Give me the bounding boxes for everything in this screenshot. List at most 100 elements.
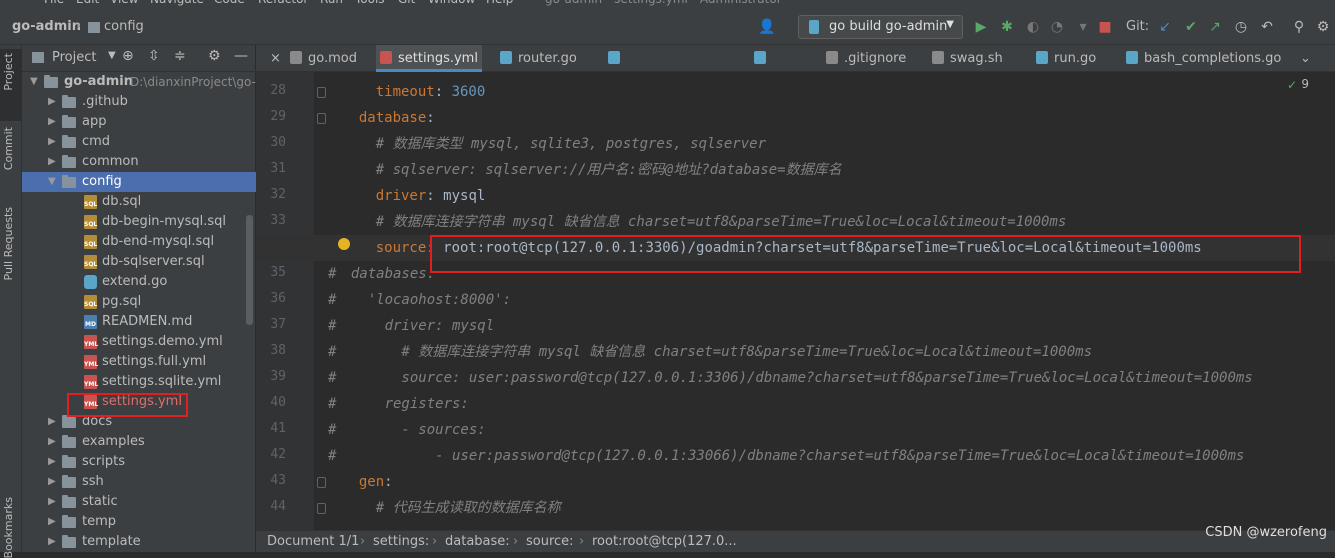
collapse-all-icon[interactable]: ≑ [174, 48, 186, 64]
git-push-icon[interactable]: ↗ [1206, 18, 1224, 36]
tree-item[interactable]: ▶ app [22, 112, 256, 132]
chevron-down-icon[interactable]: ▼ [108, 50, 116, 61]
expand-all-icon[interactable]: ⇳ [148, 48, 160, 64]
tab--gitignore[interactable]: .gitignore [822, 45, 908, 72]
tab-gin-go[interactable]: gin.go [750, 45, 810, 93]
tab-routergroup-go[interactable]: routergroup.go [604, 45, 720, 93]
tab-go-mod[interactable]: go.mod [286, 45, 376, 72]
chevron-right-icon[interactable]: ▶ [48, 492, 56, 512]
menu-item-help[interactable]: Help [486, 0, 513, 6]
tree-item[interactable]: ▶ scripts [22, 452, 256, 472]
breadcrumb-project[interactable]: go-admin [12, 19, 81, 34]
run-configuration-select[interactable]: go build go-admin ▼ [798, 15, 963, 39]
chevron-down-icon[interactable]: ▼ [30, 72, 38, 92]
project-panel-title[interactable]: Project [52, 50, 96, 65]
tab-router-go[interactable]: router.go [496, 45, 596, 72]
code-line[interactable]: # - user:password@tcp(127.0.0.1:33066)/d… [256, 443, 1335, 469]
menu-item-file[interactable]: File [44, 0, 64, 6]
tree-item[interactable]: SQL db-end-mysql.sql [22, 232, 256, 252]
tree-item[interactable]: YML settings.full.yml [22, 352, 256, 372]
chevron-right-icon[interactable]: ▶ [48, 472, 56, 492]
code-line[interactable]: # driver: mysql [256, 313, 1335, 339]
document-indicator[interactable]: Document 1/1 [267, 534, 359, 549]
tab-run-go[interactable]: run.go [1032, 45, 1108, 72]
tree-item[interactable]: ▶ cmd [22, 132, 256, 152]
tool-window-pull-requests[interactable]: Pull Requests [2, 207, 15, 280]
inspection-check-icon[interactable]: ✓ [1287, 78, 1297, 92]
run-icon[interactable]: ▶ [972, 18, 990, 36]
menu-item-view[interactable]: View [110, 0, 138, 6]
status-path-1[interactable]: database: [445, 534, 510, 549]
code-line[interactable]: # - sources: [256, 417, 1335, 443]
history-icon[interactable]: ◷ [1232, 18, 1250, 36]
chevron-right-icon[interactable]: ▶ [48, 512, 56, 532]
menu-item-navigate[interactable]: Navigate [150, 0, 204, 6]
tree-item[interactable]: SQL pg.sql [22, 292, 256, 312]
code-editor[interactable]: 2829303132333435363738394041424344 timeo… [256, 72, 1335, 530]
tree-item[interactable]: SQL db-sqlserver.sql [22, 252, 256, 272]
status-path-0[interactable]: settings: [373, 534, 429, 549]
chevron-down-icon[interactable]: ⌄ [1300, 45, 1311, 72]
chevron-right-icon[interactable]: ▶ [48, 132, 56, 152]
tool-window-bookmarks[interactable]: Bookmarks [2, 497, 15, 558]
code-line[interactable]: timeout: 3600 [256, 79, 1335, 105]
more-run-icon[interactable]: ▾ [1074, 18, 1092, 36]
inspection-count[interactable]: 9 [1301, 77, 1309, 91]
breadcrumb-folder[interactable]: config [104, 19, 144, 34]
settings-gear-icon[interactable]: ⚙ [1314, 18, 1332, 36]
tree-scrollbar[interactable] [246, 215, 253, 325]
debug-icon[interactable]: ✱ [998, 18, 1016, 36]
menu-item-code[interactable]: Code [214, 0, 245, 6]
coverage-icon[interactable]: ◐ [1024, 18, 1042, 36]
git-update-icon[interactable]: ↙ [1156, 18, 1174, 36]
rollback-icon[interactable]: ↶ [1258, 18, 1276, 36]
chevron-down-icon[interactable]: ▼ [48, 172, 56, 192]
user-icon[interactable]: 👤 [758, 18, 776, 36]
menu-item-refactor[interactable]: Refactor [258, 0, 308, 6]
intention-bulb-icon[interactable] [338, 238, 350, 250]
tree-item[interactable]: ▶ template [22, 532, 256, 552]
tree-item[interactable]: ▶ static [22, 492, 256, 512]
chevron-right-icon[interactable]: ▶ [48, 412, 56, 432]
minimize-icon[interactable]: — [234, 48, 248, 64]
chevron-right-icon[interactable]: ▶ [48, 452, 56, 472]
code-line[interactable]: # source: user:password@tcp(127.0.0.1:33… [256, 365, 1335, 391]
tree-item[interactable]: ▶ temp [22, 512, 256, 532]
code-line[interactable]: # sqlserver: sqlserver://用户名:密码@地址?datab… [256, 157, 1335, 183]
chevron-right-icon[interactable]: ▶ [48, 152, 56, 172]
stop-icon[interactable]: ■ [1096, 18, 1114, 36]
code-line[interactable]: gen: [256, 469, 1335, 495]
tree-item[interactable]: ▼ go-admin D:\dianxinProject\go- [22, 72, 256, 92]
close-icon[interactable]: × [270, 45, 281, 72]
menu-item-git[interactable]: Git [398, 0, 415, 6]
chevron-right-icon[interactable]: ▶ [48, 112, 56, 132]
git-commit-icon[interactable]: ✔ [1182, 18, 1200, 36]
search-icon[interactable]: ⚲ [1290, 18, 1308, 36]
code-line[interactable]: # 'locaohost:8000': [256, 287, 1335, 313]
tab-swag-sh[interactable]: swag.sh [928, 45, 1020, 72]
status-path-2[interactable]: source: [526, 534, 574, 549]
menu-item-tools[interactable]: Tools [355, 0, 385, 6]
locate-icon[interactable]: ⊕ [122, 48, 134, 64]
tree-item[interactable]: extend.go [22, 272, 256, 292]
tool-window-commit[interactable]: Commit [2, 127, 15, 170]
code-line[interactable]: # registers: [256, 391, 1335, 417]
code-line[interactable]: # 代码生成读取的数据库名称 [256, 495, 1335, 521]
chevron-right-icon[interactable]: ▶ [48, 432, 56, 452]
tree-item[interactable]: MD READMEN.md [22, 312, 256, 332]
profile-icon[interactable]: ◔ [1048, 18, 1066, 36]
tree-item[interactable]: ▶ ssh [22, 472, 256, 492]
tree-item[interactable]: YML settings.demo.yml [22, 332, 256, 352]
status-path-3[interactable]: root:root@tcp(127.0... [592, 534, 737, 549]
code-line[interactable]: driver: mysql [256, 183, 1335, 209]
code-line[interactable]: database: [256, 105, 1335, 131]
tree-item[interactable]: SQL db.sql [22, 192, 256, 212]
tab-settings-yml[interactable]: settings.yml [376, 45, 482, 72]
menu-item-window[interactable]: Window [428, 0, 475, 6]
chevron-right-icon[interactable]: ▶ [48, 92, 56, 112]
code-line[interactable]: # # 数据库连接字符串 mysql 缺省信息 charset=utf8&par… [256, 339, 1335, 365]
chevron-right-icon[interactable]: ▶ [48, 532, 56, 552]
tree-item[interactable]: ▶ common [22, 152, 256, 172]
tree-item[interactable]: YML settings.sqlite.yml [22, 372, 256, 392]
tab-bash-completions-go[interactable]: bash_completions.go [1122, 45, 1282, 72]
